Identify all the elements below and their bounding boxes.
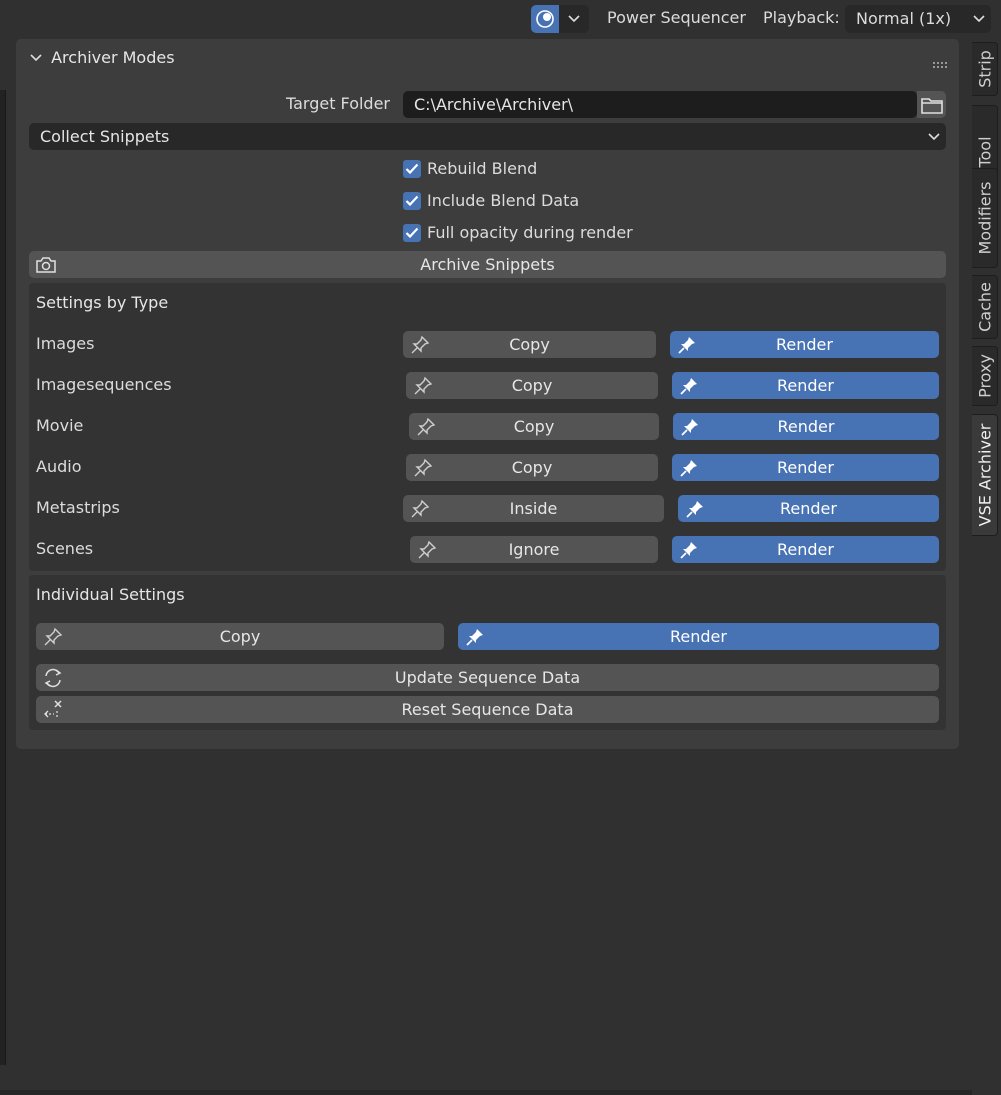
individual-settings-title: Individual Settings (36, 585, 185, 604)
movie-render-button[interactable]: Render (673, 413, 939, 440)
editor-name: Power Sequencer (607, 8, 746, 27)
pin-icon (416, 539, 438, 561)
metastrips-render-button[interactable]: Render (678, 495, 939, 522)
type-label-audio: Audio (36, 457, 82, 476)
pin-filled-icon (679, 416, 701, 438)
folder-icon[interactable] (917, 91, 946, 118)
metastrips-option-button[interactable]: Inside (403, 495, 664, 522)
pin-icon (409, 334, 431, 356)
drag-handle-icon[interactable] (933, 53, 949, 72)
mode-select[interactable]: Collect Snippets (29, 123, 946, 150)
pin-filled-icon (676, 334, 698, 356)
pin-filled-icon (678, 457, 700, 479)
tab-strip[interactable]: Strip (972, 42, 998, 96)
bottom-edge (0, 1090, 972, 1095)
left-region-edge (0, 90, 6, 1065)
pin-filled-icon (464, 626, 486, 648)
pin-icon (409, 498, 431, 520)
refresh-icon (42, 667, 64, 689)
pin-filled-icon (678, 539, 700, 561)
pin-icon (42, 626, 64, 648)
full-opacity-toggle[interactable]: Full opacity during render (403, 223, 633, 242)
panel-header[interactable]: Archiver Modes (30, 48, 175, 67)
update-sequence-data-button[interactable]: Update Sequence Data (36, 664, 939, 691)
type-label-imagesequences: Imagesequences (36, 375, 172, 394)
checkbox[interactable] (403, 223, 421, 242)
movie-option-button[interactable]: Copy (409, 413, 659, 440)
individual-copy-button[interactable]: Copy (36, 623, 444, 650)
chevron-down-icon[interactable] (559, 5, 589, 33)
archive-snippets-button[interactable]: Archive Snippets (29, 251, 946, 278)
scenes-render-button[interactable]: Render (672, 536, 939, 563)
images-render-button[interactable]: Render (670, 331, 939, 358)
individual-render-button[interactable]: Render (458, 623, 939, 650)
type-label-metastrips: Metastrips (36, 498, 120, 517)
type-label-images: Images (36, 334, 95, 353)
pin-filled-icon (678, 375, 700, 397)
pin-icon (412, 457, 434, 479)
checkbox[interactable] (403, 159, 421, 178)
pin-filled-icon (684, 498, 706, 520)
audio-option-button[interactable]: Copy (406, 454, 658, 481)
settings-by-type-title: Settings by Type (36, 293, 169, 312)
tab-vse-archiver[interactable]: VSE Archiver (972, 414, 998, 536)
archive-snippets-label: Archive Snippets (420, 255, 555, 274)
chevron-down-icon (928, 123, 940, 158)
pin-icon (415, 416, 437, 438)
imagesequences-option-button[interactable]: Copy (406, 372, 658, 399)
playback-select[interactable]: Normal (1x) (845, 5, 991, 33)
mode-value: Collect Snippets (40, 127, 170, 146)
scenes-option-button[interactable]: Ignore (410, 536, 658, 563)
pin-icon (412, 375, 434, 397)
checkbox[interactable] (403, 191, 421, 210)
type-label-scenes: Scenes (36, 539, 94, 558)
tab-cache[interactable]: Cache (972, 275, 998, 339)
reset-icon (42, 699, 64, 721)
tab-proxy[interactable]: Proxy (972, 346, 998, 406)
rebuild-blend-label: Rebuild Blend (427, 159, 538, 178)
full-opacity-label: Full opacity during render (427, 223, 633, 242)
chevron-down-icon (30, 48, 42, 67)
camera-icon (35, 254, 57, 276)
target-folder-label: Target Folder (285, 94, 390, 113)
chevron-down-icon (973, 5, 985, 42)
target-folder-field[interactable]: C:\Archive\Archiver\ (403, 91, 917, 118)
playback-label: Playback: (763, 8, 840, 27)
audio-render-button[interactable]: Render (672, 454, 939, 481)
images-option-button[interactable]: Copy (403, 331, 656, 358)
reset-sequence-data-button[interactable]: Reset Sequence Data (36, 696, 939, 723)
tab-modifiers[interactable]: Modifiers (972, 168, 998, 268)
include-blend-data-toggle[interactable]: Include Blend Data (403, 191, 579, 210)
overlay-toggle[interactable] (531, 5, 589, 33)
playback-value: Normal (1x) (856, 9, 952, 28)
include-blend-data-label: Include Blend Data (427, 191, 580, 210)
sidebar-header: Power Sequencer Playback: Normal (1x) (0, 0, 1001, 38)
rebuild-blend-toggle[interactable]: Rebuild Blend (403, 159, 537, 178)
overlay-icon[interactable] (531, 5, 559, 33)
type-label-movie: Movie (36, 416, 84, 435)
panel-title: Archiver Modes (51, 48, 175, 67)
imagesequences-render-button[interactable]: Render (672, 372, 939, 399)
